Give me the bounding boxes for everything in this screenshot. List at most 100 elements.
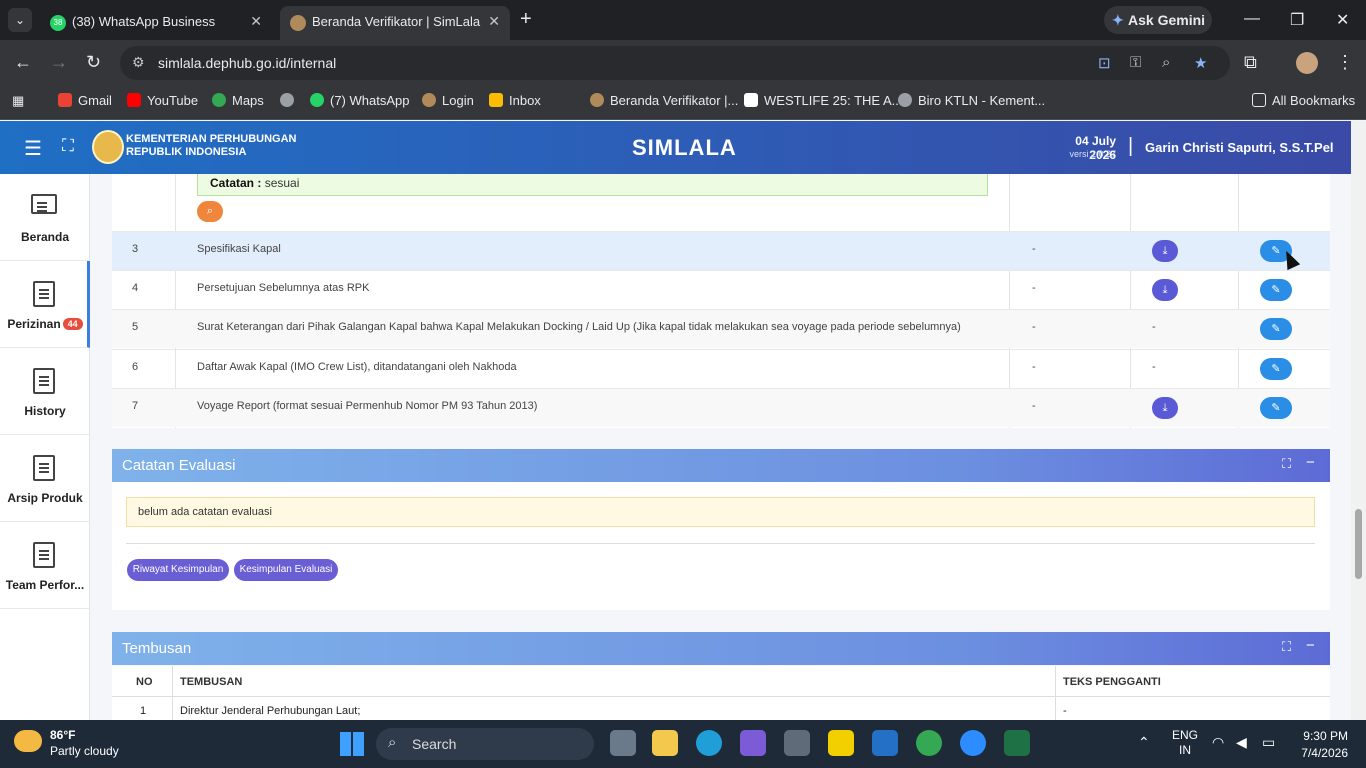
new-tab-plus-icon[interactable]: + xyxy=(520,8,532,31)
wifi-icon[interactable]: ◠ xyxy=(1212,734,1224,751)
catatan-box: Catatan : sesuai xyxy=(197,174,988,196)
sidebar-item-label: Beranda xyxy=(20,230,70,244)
collapse-icon[interactable]: − xyxy=(1306,454,1315,471)
panel-title: Tembusan xyxy=(122,640,192,657)
edit-button[interactable]: ✎ xyxy=(1260,318,1292,340)
bookmark-star-icon[interactable]: ★ xyxy=(1194,54,1207,72)
bookmark-youtube[interactable]: YouTube xyxy=(127,93,198,108)
reload-icon[interactable]: ↻ xyxy=(86,52,101,73)
sidebar-item-beranda[interactable]: Beranda xyxy=(0,174,90,261)
profile-avatar[interactable] xyxy=(1296,52,1318,74)
expand-icon[interactable]: ⛶ xyxy=(1282,639,1291,655)
table-row: 5 Surat Keterangan dari Pihak Galangan K… xyxy=(112,309,1330,348)
taskbar-clock[interactable]: 9:30 PM 7/4/2026 xyxy=(1296,728,1348,762)
page-icon xyxy=(744,93,758,107)
scrollbar-thumb[interactable] xyxy=(1355,509,1362,579)
tab-whatsapp-business[interactable]: 38 (38) WhatsApp Business ✕ xyxy=(40,6,272,40)
tab-simlala[interactable]: Beranda Verifikator | SimLala ✕ xyxy=(280,6,510,40)
maps-pin-icon xyxy=(212,93,226,107)
task-view-icon[interactable] xyxy=(610,730,636,756)
edit-button[interactable]: ✎ xyxy=(1260,279,1292,301)
maximize-icon[interactable]: ❐ xyxy=(1290,10,1304,30)
remote-desktop-icon[interactable] xyxy=(872,730,898,756)
extensions-icon[interactable]: ⧉ xyxy=(1244,52,1257,73)
download-button[interactable]: ⤓ xyxy=(1152,279,1178,301)
globe-icon xyxy=(898,93,912,107)
forward-arrow-icon[interactable]: → xyxy=(50,52,68,73)
edge-icon[interactable] xyxy=(696,730,722,756)
header-separator: | xyxy=(1128,135,1134,157)
zoom-icon[interactable] xyxy=(960,730,986,756)
bookmark-gmail[interactable]: Gmail xyxy=(58,93,112,108)
ask-gemini-button[interactable]: ✦ Ask Gemini xyxy=(1104,6,1212,34)
site-info-icon[interactable]: ⚙ xyxy=(132,54,145,71)
document-icon xyxy=(33,281,55,307)
all-bookmarks[interactable]: All Bookmarks xyxy=(1252,93,1355,108)
chrome-icon[interactable] xyxy=(916,730,942,756)
kesimpulan-evaluasi-button[interactable]: Kesimpulan Evaluasi xyxy=(234,559,338,581)
file-explorer-icon[interactable] xyxy=(652,730,678,756)
tab-search-chevron-icon[interactable]: ⌄ xyxy=(8,8,32,32)
battery-icon[interactable]: ▭ xyxy=(1262,734,1275,751)
document-icon xyxy=(33,455,55,481)
partly-cloudy-icon xyxy=(14,730,42,752)
address-bar[interactable]: ⚙ simlala.dephub.go.id/internal ⊡ ⚿ ⌕ ★ xyxy=(120,46,1230,80)
app-title: SIMLALA xyxy=(632,135,737,160)
page-scrollbar[interactable] xyxy=(1351,121,1366,720)
camera-icon[interactable] xyxy=(784,730,810,756)
close-window-icon[interactable]: ✕ xyxy=(1336,10,1349,30)
install-app-icon[interactable]: ⊡ xyxy=(1098,54,1111,72)
windows-start-icon[interactable] xyxy=(340,732,364,756)
bookmark-globe[interactable] xyxy=(280,93,300,108)
apps-grid-icon[interactable]: ▦ xyxy=(12,93,24,109)
bookmark-whatsapp[interactable]: (7) WhatsApp xyxy=(310,93,409,108)
bookmark-maps[interactable]: Maps xyxy=(212,93,264,108)
edit-button[interactable]: ✎ xyxy=(1260,358,1292,380)
folder-icon xyxy=(1252,93,1266,107)
sidebar-item-arsip-produk[interactable]: Arsip Produk xyxy=(0,435,90,522)
browser-menu-icon[interactable]: ⋮ xyxy=(1336,52,1354,73)
bookmark-beranda-verifikator[interactable]: Beranda Verifikator |... xyxy=(590,93,738,108)
hamburger-menu-icon[interactable]: ☰ xyxy=(24,136,42,161)
column-divider xyxy=(172,666,173,720)
sidebar-item-team-performance[interactable]: Team Perfor... xyxy=(0,522,90,609)
panel-title: Catatan Evaluasi xyxy=(122,457,236,474)
document-icon xyxy=(33,368,55,394)
sidebar-item-label: Team Perfor... xyxy=(5,578,85,592)
browser-toolbar: ← → ↻ ⚙ simlala.dephub.go.id/internal ⊡ … xyxy=(0,40,1366,86)
download-button[interactable]: ⤓ xyxy=(1152,240,1178,262)
volume-icon[interactable]: ◀ xyxy=(1236,734,1247,751)
table-row: 1 Direktur Jenderal Perhubungan Laut; - xyxy=(112,697,1330,720)
catatan-evaluasi-header: Catatan Evaluasi ⛶ − xyxy=(112,449,1330,482)
close-tab-icon[interactable]: ✕ xyxy=(250,13,262,30)
language-indicator[interactable]: ENG IN xyxy=(1170,728,1200,758)
sidebar-item-perizinan[interactable]: Perizinan 44 xyxy=(0,261,90,348)
fullscreen-icon[interactable]: ⛶ xyxy=(62,136,74,156)
magnifier-icon: ⌕ xyxy=(206,205,214,217)
divider xyxy=(126,543,1315,544)
riwayat-kesimpulan-button[interactable]: Riwayat Kesimpulan xyxy=(127,559,229,581)
user-name[interactable]: Garin Christi Saputri, S.S.T.Pel xyxy=(1145,140,1334,155)
tab-title: (38) WhatsApp Business xyxy=(72,14,216,29)
show-hidden-icons-chevron-icon[interactable]: ⌃ xyxy=(1138,734,1150,751)
taskbar-search[interactable]: ⌕ Search xyxy=(376,728,594,760)
search-detail-button[interactable]: ⌕ xyxy=(197,201,223,222)
bookmark-biro-ktln[interactable]: Biro KTLN - Kement... xyxy=(898,93,1045,108)
download-button[interactable]: ⤓ xyxy=(1152,397,1178,419)
excel-icon[interactable] xyxy=(1004,730,1030,756)
password-key-icon[interactable]: ⚿ xyxy=(1130,54,1141,71)
minimize-icon[interactable]: — xyxy=(1244,10,1260,28)
bookmark-login[interactable]: Login xyxy=(422,93,474,108)
back-arrow-icon[interactable]: ← xyxy=(14,52,32,73)
expand-icon[interactable]: ⛶ xyxy=(1282,456,1291,472)
sticky-notes-icon[interactable] xyxy=(828,730,854,756)
zoom-icon[interactable]: ⌕ xyxy=(1162,54,1170,71)
edit-button[interactable]: ✎ xyxy=(1260,397,1292,419)
close-tab-icon[interactable]: ✕ xyxy=(488,13,500,30)
bookmark-inbox[interactable]: Inbox xyxy=(489,93,541,108)
sidebar-item-history[interactable]: History xyxy=(0,348,90,435)
copilot-icon[interactable] xyxy=(740,730,766,756)
simlala-favicon-icon xyxy=(290,15,306,31)
collapse-icon[interactable]: − xyxy=(1306,637,1315,654)
bookmark-westlife[interactable]: WESTLIFE 25: THE A... xyxy=(744,93,902,108)
